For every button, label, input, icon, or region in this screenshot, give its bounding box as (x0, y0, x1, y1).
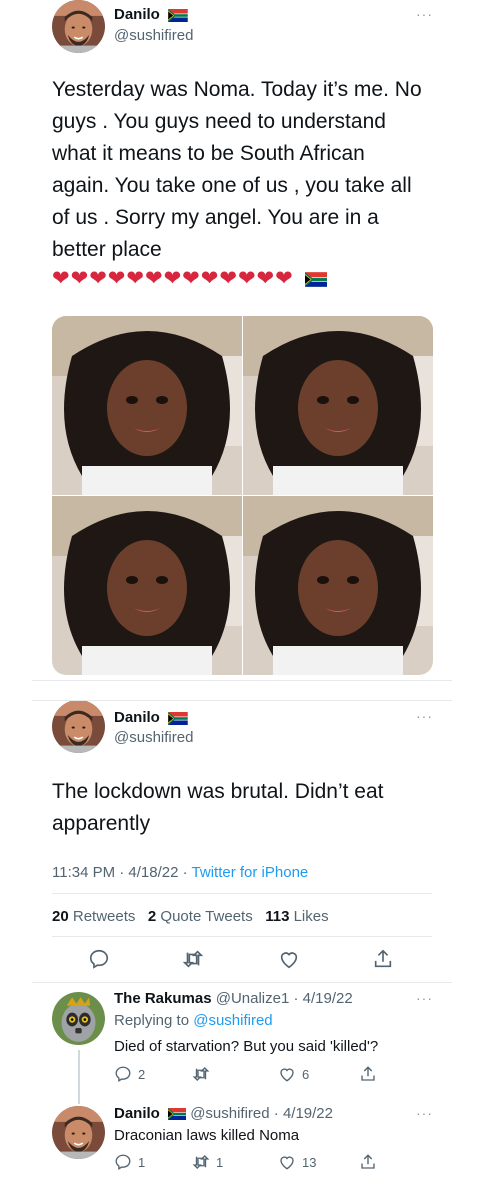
reply-author-name: Danilo (114, 1105, 160, 1122)
avatar[interactable] (52, 0, 105, 53)
photo-3[interactable] (52, 496, 242, 675)
retweets-count: 20 (52, 908, 69, 925)
author-name-text: Danilo (114, 6, 160, 23)
divider (52, 936, 432, 937)
more-options-icon[interactable]: ··· (416, 708, 433, 724)
replying-prefix: Replying to (114, 1012, 194, 1029)
quote-tweets-count: 2 (147, 908, 157, 925)
like-count: 6 (302, 1067, 310, 1082)
tweet-line: The lockdown was brutal. Didn’t eat (52, 780, 384, 803)
tweet-card-2[interactable]: Danilo @sushifired ··· The lockdown was … (32, 700, 452, 980)
avatar[interactable] (52, 992, 105, 1045)
more-options-icon[interactable]: ··· (416, 990, 433, 1006)
retweet-icon[interactable] (192, 1065, 210, 1083)
reply-count: 2 (138, 1067, 146, 1082)
reply-author[interactable]: Danilo @sushifired · 4/19/22 (114, 1105, 333, 1122)
like-count: 13 (302, 1155, 317, 1170)
tweet-line: what it means to be South African (52, 142, 365, 165)
share-icon[interactable] (359, 1153, 377, 1171)
author-name[interactable]: Danilo (114, 6, 188, 23)
share-icon[interactable] (372, 948, 394, 970)
photo-1[interactable] (52, 316, 242, 495)
hearts-emoji: ❤❤❤❤❤❤❤❤❤❤❤❤❤ (52, 267, 294, 290)
author-name[interactable]: Danilo (114, 709, 188, 726)
reply-icon[interactable] (114, 1065, 132, 1083)
photo-grid[interactable] (52, 316, 433, 675)
engagement-stats: 20 Retweets 2 Quote Tweets 113 Likes (52, 908, 329, 925)
south-africa-flag-icon (168, 712, 188, 725)
like-icon[interactable] (278, 1153, 296, 1171)
south-africa-flag-icon (168, 9, 188, 22)
hearts-emoji-row: ❤❤❤❤❤❤❤❤❤❤❤❤❤ (52, 266, 327, 291)
divider (32, 700, 452, 701)
retweet-count: 1 (216, 1155, 224, 1170)
tweet-line: again. You take one of us , you take all (52, 174, 412, 197)
photo-4[interactable] (243, 496, 433, 675)
tweet-line: apparently (52, 812, 151, 835)
tweet-source-link[interactable]: Twitter for iPhone (192, 864, 309, 881)
author-handle[interactable]: @sushifired (114, 729, 193, 746)
quote-tweets-label: Quote Tweets (160, 908, 253, 925)
quote-tweets-stat[interactable]: 2 Quote Tweets (148, 908, 253, 925)
tweet-timestamp[interactable]: 11:34 PM · 4/18/22 · (52, 864, 192, 881)
author-handle[interactable]: @sushifired (114, 27, 193, 44)
reply-count: 1 (138, 1155, 146, 1170)
retweet-icon[interactable] (192, 1153, 210, 1171)
reply-text: Died of starvation? But you said 'killed… (114, 1038, 379, 1055)
more-options-icon[interactable]: ··· (416, 1105, 433, 1121)
retweets-stat[interactable]: 20 Retweets (52, 908, 135, 925)
reply-text: Draconian laws killed Noma (114, 1127, 300, 1144)
likes-stat[interactable]: 113 Likes (265, 908, 328, 925)
retweet-icon[interactable] (182, 948, 204, 970)
likes-count: 113 (265, 908, 290, 925)
avatar[interactable] (52, 700, 105, 753)
replying-to-handle[interactable]: @sushifired (193, 1012, 272, 1029)
divider (32, 982, 452, 983)
tweet-metadata: 11:34 PM · 4/18/22 · Twitter for iPhone (52, 864, 308, 881)
divider (52, 893, 432, 894)
screenshot-gap (0, 680, 483, 700)
divider (32, 680, 452, 681)
more-options-icon[interactable]: ··· (416, 6, 433, 22)
thread-connector (78, 1050, 80, 1104)
tweet-line: better place (52, 238, 162, 261)
replying-to: Replying to @sushifired (114, 1012, 273, 1029)
retweets-label: Retweets (72, 908, 136, 925)
tweet-text: The lockdown was brutal. Didn’t eat appa… (52, 776, 447, 840)
reply-icon[interactable] (88, 948, 110, 970)
tweet-line: Yesterday was Noma. Today it’s me. No (52, 78, 422, 101)
south-africa-flag-icon (168, 1108, 186, 1120)
replies-section: The Rakumas @Unalize1 · 4/19/22 ··· Repl… (32, 980, 452, 1190)
reply-handle-date: @sushifired · 4/19/22 (190, 1105, 333, 1122)
tweet-line: guys . You guys need to understand (52, 110, 386, 133)
tweet-line: of us . Sorry my angel. You are in a (52, 206, 379, 229)
photo-2[interactable] (243, 316, 433, 495)
reply-author[interactable]: The Rakumas @Unalize1 · 4/19/22 (114, 990, 353, 1007)
tweet-text: Yesterday was Noma. Today it’s me. No gu… (52, 74, 447, 266)
reply-author-name: The Rakumas (114, 990, 212, 1007)
reply-handle-date: @Unalize1 · 4/19/22 (215, 990, 353, 1007)
like-icon[interactable] (278, 948, 300, 970)
likes-label: Likes (293, 908, 329, 925)
south-africa-flag-icon (305, 272, 327, 287)
avatar[interactable] (52, 1106, 105, 1159)
like-icon[interactable] (278, 1065, 296, 1083)
share-icon[interactable] (359, 1065, 377, 1083)
author-name-text: Danilo (114, 709, 160, 726)
reply-icon[interactable] (114, 1153, 132, 1171)
